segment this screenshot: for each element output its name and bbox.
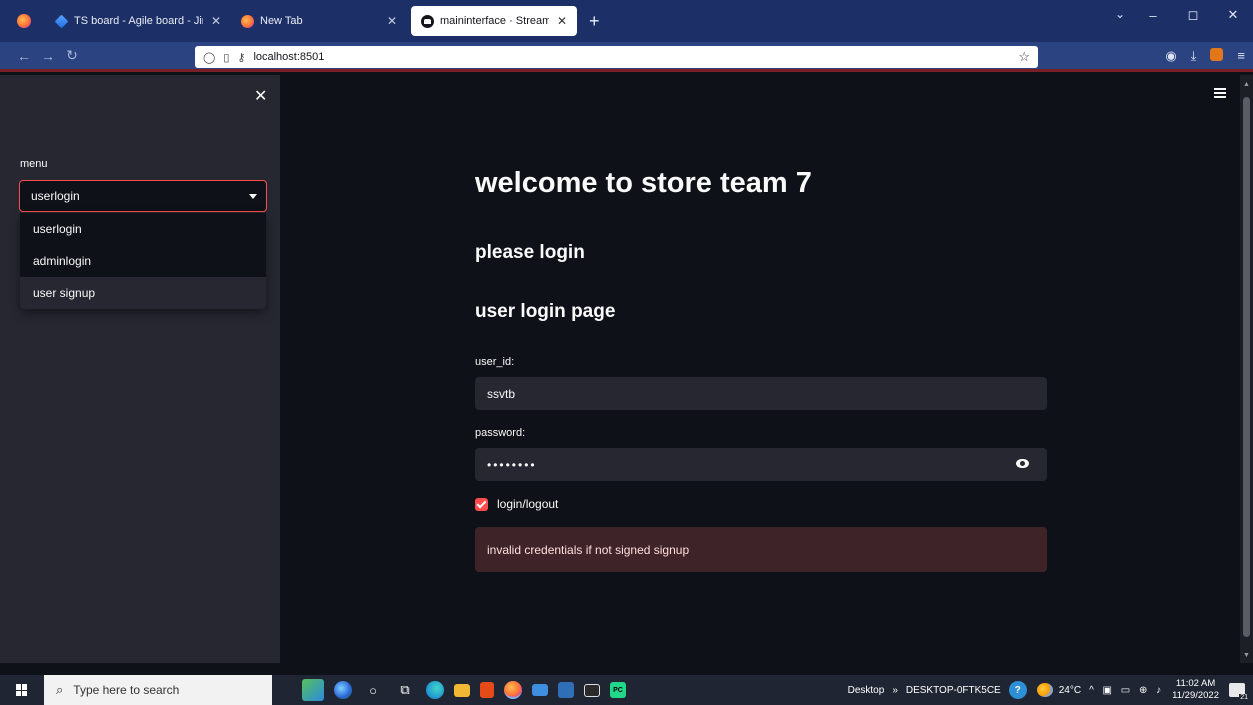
- checkbox-checked-icon[interactable]: [475, 497, 488, 511]
- app-icon-widgets[interactable]: [302, 679, 324, 701]
- search-icon: ⌕: [56, 682, 64, 697]
- select-value: userlogin: [31, 189, 80, 203]
- bookmark-star-icon[interactable]: ☆: [1018, 49, 1030, 65]
- tab-streamlit[interactable]: maininterface · Streamlit ✕: [411, 6, 577, 36]
- browser-navigation-bar: ← → ↻ ◯ ▯ ⚷ localhost:8501 ☆ ◉ ⤓ ≡: [0, 42, 1253, 72]
- checkbox-label: login/logout: [497, 497, 559, 511]
- tray-icons[interactable]: ^ ▣ ▭ ⊕ ♪: [1089, 685, 1164, 696]
- list-tabs-chevron-icon[interactable]: ⌄: [1115, 7, 1125, 21]
- close-sidebar-icon[interactable]: ✕: [254, 86, 267, 106]
- key-icon: ⚷: [237, 51, 246, 64]
- firefox-icon: [241, 14, 254, 28]
- file-explorer-icon[interactable]: [454, 683, 470, 697]
- taskbar-apps: ○ ⧉ PC: [302, 679, 626, 701]
- clock[interactable]: 11:02 AM 11/29/2022: [1172, 678, 1219, 702]
- page-icon: ▯: [223, 51, 230, 64]
- tab-new-tab[interactable]: New Tab ✕: [231, 6, 407, 36]
- password-input[interactable]: ••••••••: [475, 448, 1047, 481]
- globe-icon[interactable]: [334, 681, 352, 699]
- scroll-up-icon[interactable]: ▲: [1243, 81, 1250, 88]
- page-subtitle: please login: [475, 242, 585, 263]
- shield-icon[interactable]: ◯: [203, 51, 215, 64]
- tab-title: New Tab: [260, 15, 303, 27]
- option-adminlogin[interactable]: adminlogin: [20, 245, 266, 277]
- password-value: ••••••••: [487, 457, 537, 472]
- maximize-button[interactable]: ◻: [1173, 7, 1213, 23]
- new-tab-button[interactable]: +: [589, 11, 600, 32]
- notification-icon[interactable]: 21: [1229, 683, 1249, 701]
- tab-title: TS board - Agile board - Jira: [74, 15, 203, 27]
- computer-name: DESKTOP-0FTK5CE: [905, 684, 1001, 696]
- eye-icon[interactable]: [1016, 459, 1029, 468]
- user-id-value: ssvtb: [487, 386, 516, 401]
- error-alert: invalid credentials if not signed signup: [475, 527, 1047, 572]
- taskbar-search[interactable]: ⌕ Type here to search: [44, 675, 272, 705]
- streamlit-icon: [421, 14, 434, 28]
- pocket-icon[interactable]: ◉: [1165, 48, 1176, 64]
- cortana-icon[interactable]: ○: [362, 679, 384, 701]
- back-arrow-icon[interactable]: ←: [12, 48, 36, 64]
- menu-dropdown: userlogin adminlogin user signup: [20, 213, 266, 309]
- clock-date: 11/29/2022: [1172, 690, 1219, 701]
- notification-count: 21: [1239, 694, 1249, 701]
- minimize-button[interactable]: –: [1133, 8, 1173, 23]
- toolbar-right: ◉ ⤓ ≡: [1165, 48, 1245, 64]
- browser-tab-strip: TS board - Agile board - Jira ✕ New Tab …: [0, 0, 1253, 42]
- close-window-button[interactable]: ✕: [1213, 7, 1253, 23]
- firefox-menu-icon[interactable]: [17, 14, 31, 28]
- firefox-taskbar-icon[interactable]: [504, 681, 522, 699]
- help-icon[interactable]: ?: [1008, 681, 1027, 699]
- password-label: password:: [475, 427, 526, 439]
- reload-icon[interactable]: ↻: [60, 47, 84, 64]
- section-heading: user login page: [475, 301, 616, 322]
- search-placeholder: Type here to search: [73, 683, 180, 697]
- temperature[interactable]: 24°C: [1059, 685, 1081, 696]
- jira-icon: [54, 14, 69, 28]
- option-userlogin[interactable]: userlogin: [20, 213, 266, 245]
- remote-desktop-icon[interactable]: [558, 682, 574, 698]
- forward-arrow-icon[interactable]: →: [36, 48, 60, 64]
- tab-title: maininterface · Streamlit: [440, 15, 549, 27]
- user-id-label: user_id:: [475, 356, 515, 368]
- close-tab-icon[interactable]: ✕: [557, 14, 567, 28]
- login-logout-checkbox-row[interactable]: login/logout: [475, 497, 558, 511]
- menu-label: menu: [20, 158, 48, 170]
- url-text[interactable]: localhost:8501: [253, 51, 324, 63]
- weather-icon[interactable]: [1036, 683, 1053, 697]
- sidebar: ✕ menu userlogin userlogin adminlogin us…: [0, 75, 280, 663]
- metamask-extension-icon[interactable]: [1210, 48, 1224, 61]
- scrollbar-thumb[interactable]: [1243, 97, 1250, 637]
- menu-select[interactable]: userlogin: [19, 180, 267, 212]
- hamburger-menu-icon[interactable]: [1214, 88, 1226, 100]
- scroll-down-icon[interactable]: ▼: [1243, 652, 1250, 659]
- close-tab-icon[interactable]: ✕: [211, 14, 221, 28]
- close-tab-icon[interactable]: ✕: [387, 14, 397, 28]
- terminal-icon[interactable]: [584, 683, 600, 697]
- clock-time: 11:02 AM: [1175, 678, 1216, 689]
- address-bar[interactable]: ◯ ▯ ⚷ localhost:8501 ☆: [195, 46, 1038, 68]
- office-icon[interactable]: [480, 682, 494, 698]
- mail-icon[interactable]: [532, 684, 548, 696]
- app-menu-icon[interactable]: ≡: [1237, 48, 1245, 64]
- page-title: welcome to store team 7: [475, 167, 812, 199]
- desktop-toolbar-label[interactable]: Desktop: [848, 685, 885, 696]
- window-controls: – ◻ ✕: [1133, 0, 1253, 30]
- pycharm-icon[interactable]: PC: [610, 682, 626, 698]
- windows-start-icon[interactable]: [16, 684, 28, 696]
- edge-icon[interactable]: [426, 681, 444, 699]
- system-tray: Desktop » DESKTOP-0FTK5CE ? 24°C ^ ▣ ▭ ⊕…: [848, 675, 1253, 705]
- main-content: welcome to store team 7 please login use…: [280, 75, 1240, 663]
- caret-down-icon[interactable]: [249, 194, 257, 199]
- download-icon[interactable]: ⤓: [1191, 48, 1197, 64]
- windows-taskbar: ⌕ Type here to search ○ ⧉ PC Desktop » D…: [0, 675, 1253, 705]
- option-user-signup[interactable]: user signup: [20, 277, 266, 309]
- alert-text: invalid credentials if not signed signup: [487, 542, 690, 557]
- toolbar-overflow-icon[interactable]: »: [892, 685, 898, 696]
- task-view-icon[interactable]: ⧉: [394, 679, 416, 701]
- tab-jira[interactable]: TS board - Agile board - Jira ✕: [45, 6, 231, 36]
- scrollbar[interactable]: ▲ ▼: [1240, 75, 1253, 663]
- user-id-input[interactable]: ssvtb: [475, 377, 1047, 410]
